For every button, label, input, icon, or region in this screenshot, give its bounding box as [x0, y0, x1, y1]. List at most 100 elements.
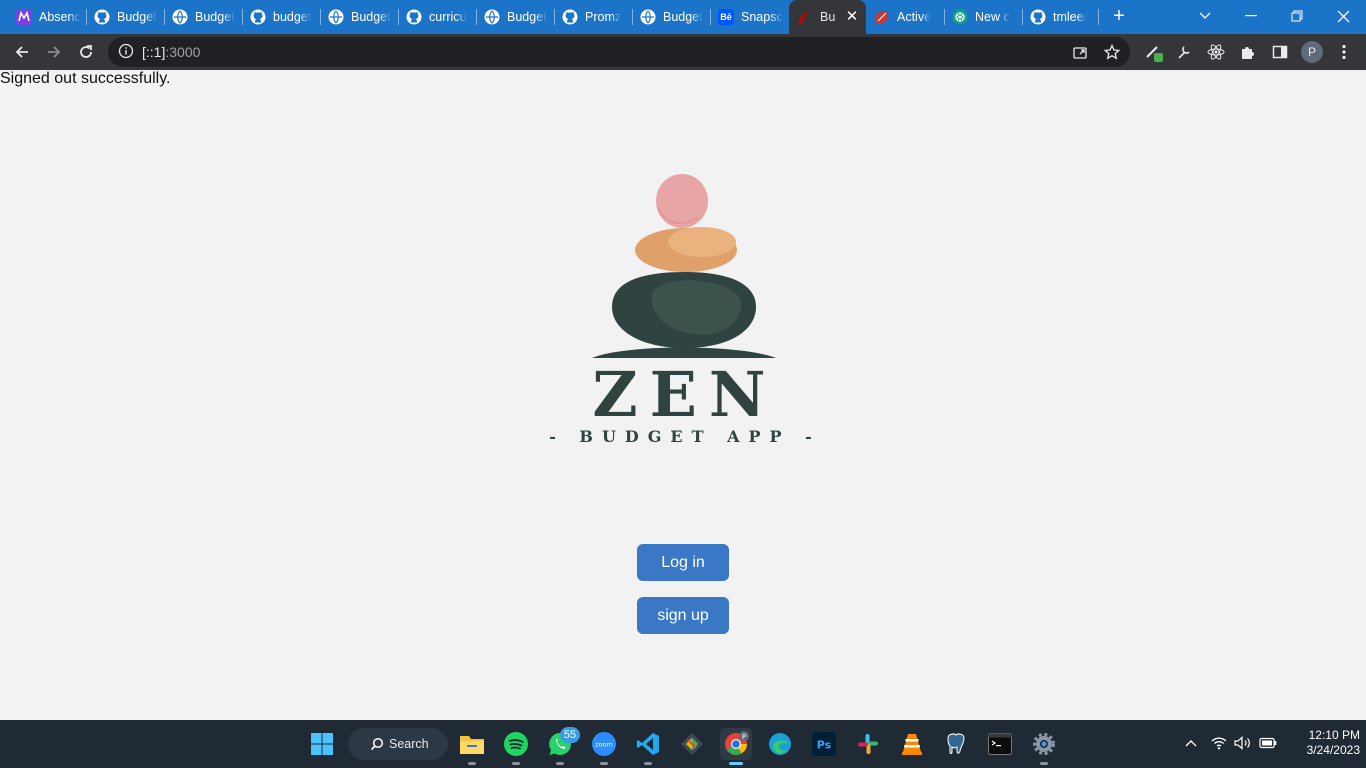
- tab-14[interactable]: tmlee/: [1022, 0, 1098, 34]
- tab-4[interactable]: budget: [242, 0, 320, 34]
- system-clock[interactable]: 12:10 PM 3/24/2023: [1284, 728, 1360, 758]
- photoshop-icon[interactable]: Ps: [808, 728, 840, 760]
- globe-icon: [172, 9, 188, 25]
- address-bar[interactable]: [::1]:3000: [108, 37, 1130, 67]
- restore-icon[interactable]: [1283, 4, 1311, 28]
- extensions-puzzle-icon[interactable]: [1236, 40, 1260, 64]
- tab-title: Absenc: [39, 10, 81, 24]
- search-label: Search: [389, 737, 429, 751]
- tab-3[interactable]: Budget: [164, 0, 242, 34]
- microverse-icon: [16, 9, 32, 25]
- react-devtools-icon[interactable]: [1204, 40, 1228, 64]
- extension-tool-icon[interactable]: [1172, 40, 1196, 64]
- wifi-icon[interactable]: [1208, 732, 1230, 754]
- minimize-icon[interactable]: [1237, 4, 1265, 28]
- tab-8[interactable]: Promz: [554, 0, 632, 34]
- settings-gear-icon[interactable]: [1028, 728, 1060, 765]
- tab-title: Snapsc: [741, 10, 783, 24]
- terminal-icon[interactable]: [984, 728, 1016, 760]
- close-window-icon[interactable]: [1329, 4, 1357, 28]
- tab-9[interactable]: Budget: [632, 0, 710, 34]
- vscode-icon[interactable]: [632, 728, 664, 765]
- ground-line: [592, 347, 776, 358]
- close-icon[interactable]: ✕: [844, 9, 860, 25]
- openai-icon: [952, 9, 968, 25]
- rails-icon: [797, 9, 813, 25]
- kebab-menu-icon[interactable]: [1332, 40, 1356, 64]
- tab-title: Budget: [507, 10, 547, 24]
- reload-icon[interactable]: [74, 40, 98, 64]
- file-explorer-icon[interactable]: [456, 728, 488, 765]
- globe-icon: [640, 9, 656, 25]
- share-icon[interactable]: [1068, 40, 1092, 64]
- tab-title: Bu: [820, 10, 836, 24]
- spotify-icon[interactable]: [500, 728, 532, 765]
- clock-date: 3/24/2023: [1306, 743, 1360, 757]
- taskbar-search-button[interactable]: Search: [348, 728, 448, 760]
- tab-6[interactable]: curricu: [398, 0, 476, 34]
- tab-10[interactable]: Bē Snapsc: [710, 0, 788, 34]
- whatsapp-unread-badge: 55: [560, 727, 580, 743]
- svg-text:Ps: Ps: [817, 739, 832, 752]
- tab-11-active[interactable]: Bu ✕: [789, 0, 866, 34]
- tray-overflow-chevron-icon[interactable]: [1180, 732, 1202, 754]
- forward-icon[interactable]: [42, 40, 66, 64]
- flash-notice: Signed out successfully.: [0, 70, 171, 87]
- battery-icon[interactable]: [1257, 732, 1279, 754]
- tab-title: Budget: [117, 10, 157, 24]
- windows-taskbar: Search zoom P Ps 12:10 PM 3/24/2023: [0, 720, 1366, 768]
- postgresql-icon[interactable]: [940, 728, 972, 760]
- globe-icon: [484, 9, 500, 25]
- svg-text:zoom: zoom: [595, 741, 613, 749]
- zen-logo: ZEN - BUDGET APP -: [549, 174, 821, 446]
- extension-pen-icon[interactable]: [1142, 40, 1166, 64]
- vlc-icon[interactable]: [896, 728, 928, 760]
- login-button[interactable]: Log in: [637, 544, 729, 581]
- tab-2[interactable]: Budget: [86, 0, 164, 34]
- edge-icon[interactable]: [764, 728, 796, 760]
- github-icon: [1030, 9, 1046, 25]
- tab-1[interactable]: Absenc: [8, 0, 86, 34]
- profile-avatar[interactable]: P: [1301, 41, 1323, 63]
- slack-icon[interactable]: [852, 728, 884, 760]
- tab-7[interactable]: Budget: [476, 0, 554, 34]
- tab-13[interactable]: New c: [944, 0, 1022, 34]
- github-icon: [406, 9, 422, 25]
- tab-5[interactable]: Budget: [320, 0, 398, 34]
- tab-title: Budget: [351, 10, 391, 24]
- signup-button[interactable]: sign up: [637, 597, 729, 634]
- tab-divider: [1098, 9, 1099, 25]
- github-icon: [94, 9, 110, 25]
- chrome-icon[interactable]: P: [720, 728, 752, 765]
- ruby-icon: [874, 9, 890, 25]
- url-port: :3000: [165, 44, 201, 60]
- globe-icon: [328, 9, 344, 25]
- tab-title: New c: [975, 10, 1010, 24]
- logo-subtitle: - BUDGET APP -: [549, 427, 821, 446]
- url-host: [::1]: [142, 44, 166, 60]
- git-gui-icon[interactable]: [676, 728, 708, 760]
- browser-toolbar: [::1]:3000 P: [0, 34, 1366, 70]
- tab-title: curricu: [429, 10, 467, 24]
- behance-icon: Bē: [718, 9, 734, 25]
- tab-title: Promz: [585, 10, 622, 24]
- tab-title: Budget: [195, 10, 235, 24]
- tab-title: tmlee/: [1053, 10, 1088, 24]
- back-icon[interactable]: [10, 40, 34, 64]
- new-tab-button[interactable]: +: [1108, 6, 1130, 28]
- tab-strip: Absenc Budget Budget budget Budget curri…: [0, 0, 1366, 34]
- logo-title: ZEN: [592, 358, 777, 431]
- tab-12[interactable]: Active: [866, 0, 944, 34]
- windows-start-icon[interactable]: [306, 728, 338, 760]
- site-info-icon[interactable]: [118, 43, 134, 64]
- tab-title: Active: [897, 10, 932, 24]
- volume-icon[interactable]: [1232, 732, 1254, 754]
- tab-title: Budget: [663, 10, 703, 24]
- zoom-icon[interactable]: zoom: [588, 728, 620, 765]
- bookmark-star-icon[interactable]: [1100, 40, 1124, 64]
- search-icon: [370, 737, 384, 751]
- github-icon: [250, 9, 266, 25]
- tab-search-icon[interactable]: [1191, 4, 1219, 28]
- side-panel-icon[interactable]: [1268, 40, 1292, 64]
- tab-title: budget: [273, 10, 312, 24]
